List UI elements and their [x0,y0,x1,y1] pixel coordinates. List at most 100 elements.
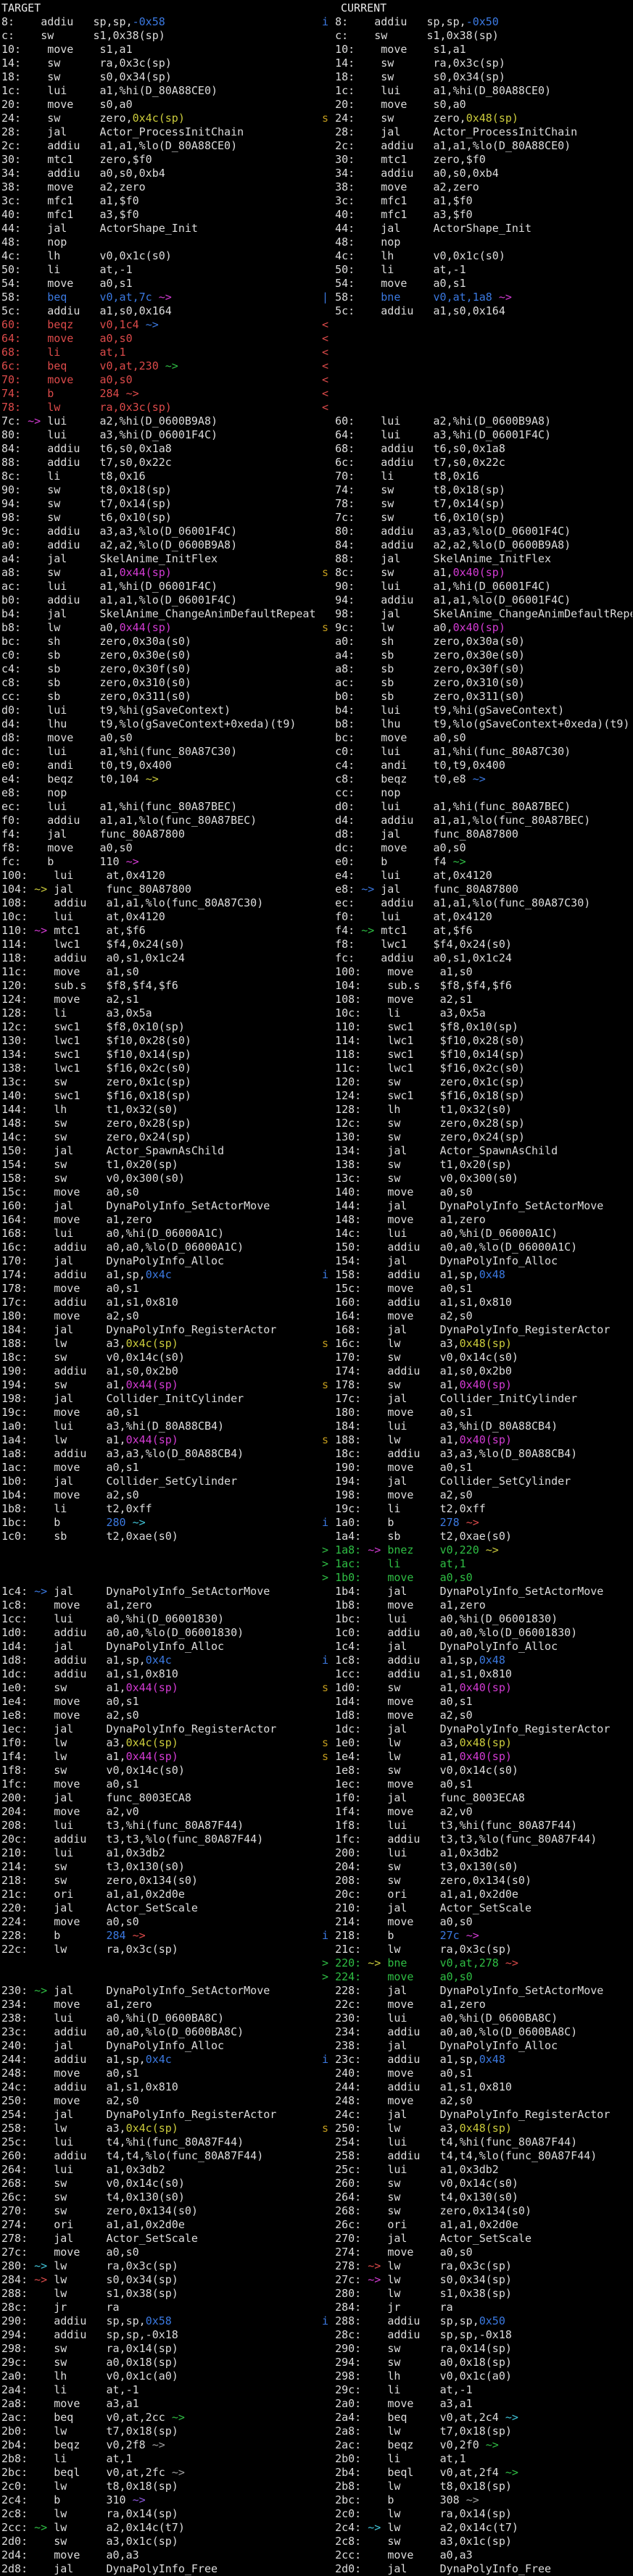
instruction-args: a3, [440,2122,460,2135]
instruction-address: 170: [335,1351,361,1364]
instruction-address: 2d8: [1,2562,28,2575]
instruction-mnemonic: bne [381,291,400,304]
current-line: e4: lui at,0x4120 [322,869,632,883]
instruction-args: DynaPolyInfo_Free [107,2562,218,2575]
instruction-mnemonic: swc1 [387,1020,413,1033]
instruction-address: f8: [1,841,21,854]
diff-marker: > [322,1543,328,1556]
instruction-mnemonic: jal [47,125,67,138]
instruction-address: 7c: [1,414,21,428]
instruction-mnemonic: sw [54,1158,67,1171]
instruction-mnemonic: lui [54,2135,73,2148]
instruction-address: e4: [335,869,355,882]
instruction-address: 2ac: [1,2411,28,2424]
instruction-mnemonic: sb [47,649,60,662]
instruction-args: a2,s0 [440,1309,473,1322]
instruction-address: 1f4: [1,1750,28,1763]
instruction-address: 23c: [1,2025,28,2038]
instruction-mnemonic: addiu [381,538,413,551]
instruction-args: t6,0x10(sp) [434,511,505,524]
diff-row: 178: move a0,s1 15c: move a0,s1 [0,1282,633,1296]
current-line: 264: sw t4,0x130(s0) [322,2191,632,2204]
current-line: 1cc: addiu a1,s1,0x810 [322,1667,632,1681]
instruction-mnemonic: b [387,1516,394,1529]
instruction-args: t3,%hi(func_80A87F44) [440,1819,578,1832]
instruction-mnemonic: jal [387,2039,407,2052]
instruction-mnemonic: ori [54,1888,73,1901]
instruction-args: zero,0x30e(s0) [434,649,525,662]
instruction-args: v0,0x14c(s0) [440,1764,518,1777]
current-line: 104: sub.s $f8,$f4,$f6 [322,979,632,993]
instruction-args: a3,%hi(D_80A88CB4) [440,1420,558,1433]
instruction-mnemonic: beq [47,359,67,372]
instruction-mnemonic: move [387,2246,413,2259]
instruction-args: a0,s1 [440,1406,473,1419]
diff-marker: | [322,291,328,304]
instruction-args: a0,s0 [434,841,466,854]
instruction-args: a0,s0 [99,731,132,744]
instruction-address: 298: [335,2369,361,2383]
diff-row: 84: addiu t6,s0,0x1a8 68: addiu t6,s0,0x… [0,442,633,456]
instruction-mnemonic: mfc1 [381,194,407,207]
diff-row: 48: nop 48: nop [0,235,633,249]
instruction-address: 20: [335,98,355,111]
target-line: dc: lui a1,%hi(func_80A87C30) [1,745,320,759]
diff-marker: < [322,346,328,359]
instruction-address: 154: [335,1254,361,1267]
branch-source-arrow: ~> [159,291,172,304]
current-line: 120: sw zero,0x1c(sp) [322,1075,632,1089]
instruction-address: 118: [335,1048,361,1061]
instruction-mnemonic: lw [54,2521,67,2534]
current-line: 2b8: lw t8,0x18(sp) [322,2480,632,2493]
instruction-address: a4: [335,649,355,662]
diff-row: 64: move a0,s0< [0,332,633,346]
instruction-mnemonic: jal [54,1791,73,1804]
current-line: 24c: jal DynaPolyInfo_RegisterActor [322,2108,632,2122]
instruction-mnemonic: sw [54,1764,67,1777]
instruction-mnemonic: sw [54,1172,67,1185]
instruction-mnemonic: jal [54,1323,73,1336]
instruction-address: cc: [335,786,355,799]
current-line: fc: addiu a0,s1,0x1c24 [322,951,632,965]
target-line: 228: b 284 ~> [1,1929,320,1943]
current-line: 21c: lw ra,0x3c(sp) [322,1943,632,1956]
instruction-mnemonic: sw [387,1117,400,1130]
diff-row: c8: sb zero,0x310(s0) ac: sb zero,0x310(… [0,676,633,690]
instruction-address: 294: [335,2356,361,2369]
target-line: 21c: ori a1,a1,0x2d0e [1,1888,320,1901]
instruction-address: 94: [1,497,21,510]
instruction-address: 214: [1,1860,28,1873]
diff-row: 170: jal DynaPolyInfo_Alloc 154: jal Dyn… [0,1254,633,1268]
instruction-mnemonic: lw [54,1750,67,1763]
diff-row: 138: lwc1 $f16,0x2c(s0) 11c: lwc1 $f16,0… [0,1062,633,1075]
instruction-address: 90: [335,580,355,593]
instruction-address: 10: [335,43,355,56]
diff-row: c0: sb zero,0x30e(s0) a4: sb zero,0x30e(… [0,649,633,662]
instruction-address: 158: [335,1268,361,1281]
instruction-address: e0: [1,759,21,772]
instruction-mnemonic: sb [47,662,60,675]
instruction-args: a0,s0 [440,1571,473,1584]
instruction-address: 74: [1,387,21,400]
instruction-address: 40: [335,208,355,221]
instruction-args: 0x40(sp) [453,621,505,634]
instruction-args: a1,%hi(func_80A87BEC) [434,800,571,813]
instruction-mnemonic: lui [54,2163,73,2176]
current-line: 258: addiu t4,t4,%lo(func_80A87F44) [322,2149,632,2163]
target-line: 26c: sw t4,0x130(s0) [1,2191,320,2204]
instruction-address: 34: [1,167,21,180]
diff-row: 24c: addiu a1,s1,0x810 244: addiu a1,s1,… [0,2080,633,2094]
instruction-mnemonic: move [387,1777,413,1791]
instruction-mnemonic: sw [387,2535,400,2548]
current-line: 10c: li a3,0x5a [322,1006,632,1020]
instruction-mnemonic: addiu [387,2149,420,2162]
instruction-mnemonic: addiu [54,2053,86,2066]
current-line: 1c: lui a1,%hi(D_80A88CE0) [322,84,632,98]
instruction-address: 270: [335,2232,361,2245]
diff-marker: i [322,1654,328,1667]
instruction-address: 5c: [335,304,355,317]
instruction-args: 0x48(sp) [460,1736,512,1749]
instruction-mnemonic: sw [47,112,60,125]
instruction-mnemonic: ori [387,2218,407,2231]
target-line: 130: lwc1 $f10,0x28(s0) [1,1034,320,1048]
